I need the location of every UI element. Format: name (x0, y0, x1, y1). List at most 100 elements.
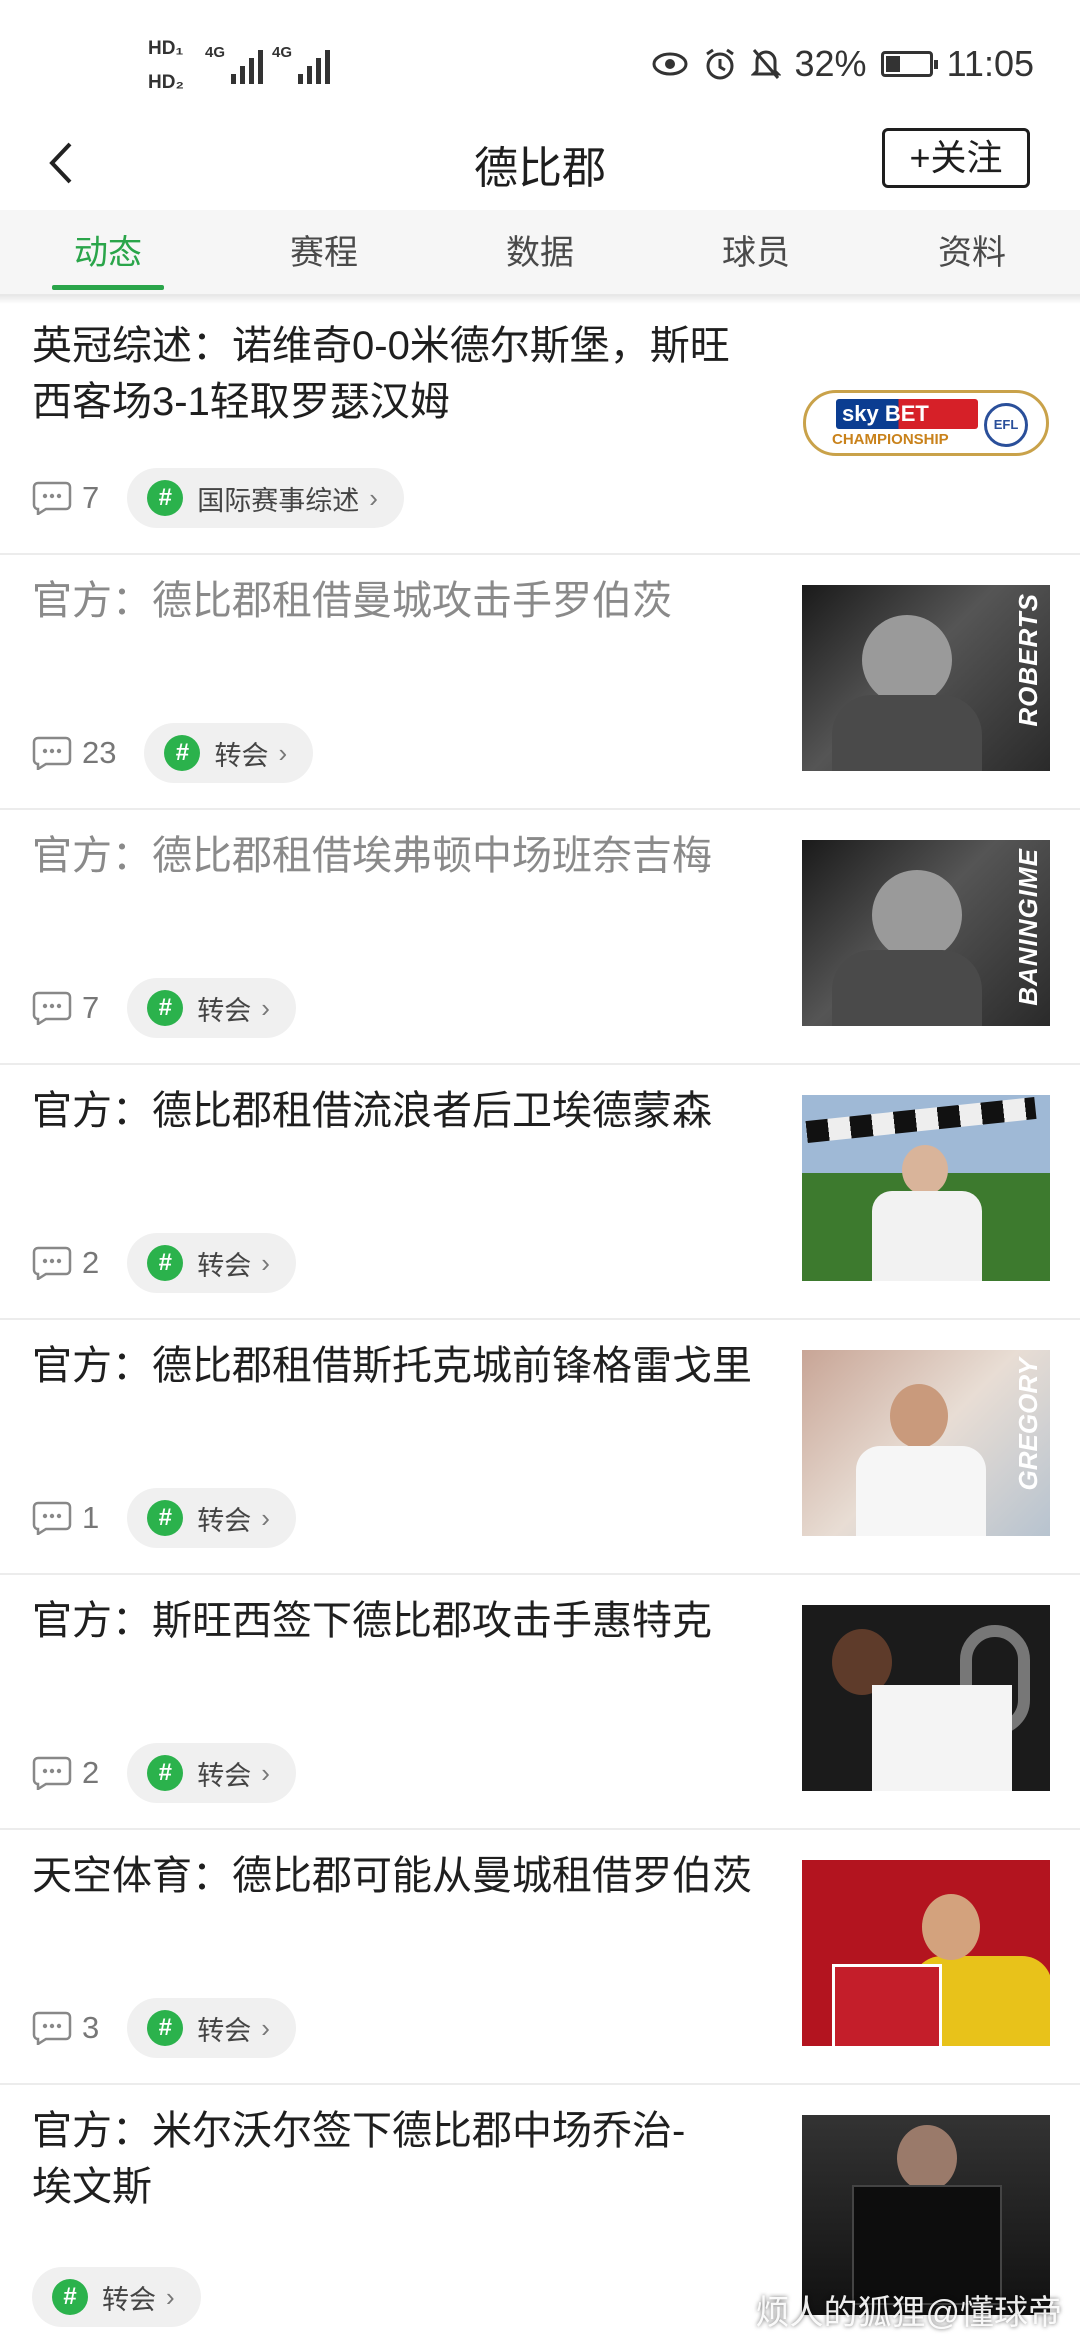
thumbnail-caption: ROBERTS (1013, 593, 1043, 727)
comment-count: 23 (82, 735, 117, 770)
news-item[interactable]: 官方：斯旺西签下德比郡攻击手惠特克 2 # 转会 › (0, 1575, 1080, 1830)
topic-tag[interactable]: # 国际赛事综述 › (127, 468, 404, 528)
news-title: 天空体育：德比郡可能从曼城租借罗伯茨 (32, 1854, 752, 1898)
tab-news[interactable]: 动态 (0, 210, 216, 294)
news-thumbnail: BANINGIME (802, 840, 1050, 1026)
comment-icon (32, 481, 72, 515)
chevron-right-icon: › (278, 737, 288, 768)
topic-tag-label: 转会 (102, 2284, 156, 2315)
news-thumbnail (802, 1095, 1050, 1281)
clock: 11:05 (946, 43, 1034, 84)
chevron-right-icon: › (261, 992, 270, 1023)
hashtag-icon: # (147, 1245, 184, 1281)
chevron-right-icon: › (166, 2281, 175, 2312)
news-list: 英冠综述：诺维奇0-0米德尔斯堡，斯旺西客场3-1轻取罗瑟汉姆 7 # 国际赛事… (0, 300, 1080, 2327)
comment-icon (32, 736, 72, 770)
sky-bet-championship-logo: sky BET CHAMPIONSHIP EFL (803, 390, 1049, 456)
news-meta: 3 # 转会 › (32, 1998, 296, 2058)
chevron-right-icon: › (261, 1502, 270, 1533)
battery-icon (880, 51, 938, 77)
network-type-2: 4G (272, 44, 293, 61)
comment-icon (32, 1756, 72, 1790)
topic-tag[interactable]: # 转会 › (127, 978, 296, 1038)
chevron-right-icon: › (261, 1757, 270, 1788)
news-title: 官方：德比郡租借斯托克城前锋格雷戈里 (32, 1344, 752, 1388)
news-item[interactable]: 官方：米尔沃尔签下德比郡中场乔治-埃文斯 # 转会 › (0, 2085, 1080, 2327)
topic-tag-label: 转会 (197, 995, 252, 1026)
hashtag-icon: # (147, 1500, 184, 1536)
hd-indicator-2: HD₂ (148, 72, 184, 93)
news-item[interactable]: 官方：德比郡租借埃弗顿中场班奈吉梅 7 # 转会 › BANINGIME (0, 810, 1080, 1065)
comment-count: 7 (82, 990, 100, 1025)
comment-count: 2 (82, 1755, 100, 1790)
follow-button[interactable]: +关注 (882, 128, 1030, 188)
news-meta: 1 # 转会 › (32, 1488, 296, 1548)
comment-icon (32, 991, 72, 1025)
news-meta: # 转会 › (32, 2267, 201, 2327)
news-title: 官方：德比郡租借曼城攻击手罗伯茨 (32, 579, 672, 623)
news-meta: 23 # 转会 › (32, 723, 314, 783)
news-thumbnail (802, 1860, 1050, 2046)
status-right: 32% 11:05 (651, 43, 1034, 84)
hashtag-icon: # (147, 1755, 184, 1791)
news-item[interactable]: 官方：德比郡租借流浪者后卫埃德蒙森 2 # 转会 › (0, 1065, 1080, 1320)
comment-count: 3 (82, 2010, 100, 2045)
hashtag-icon: # (52, 2279, 88, 2315)
chevron-right-icon: › (261, 1247, 270, 1278)
topic-tag[interactable]: # 转会 › (127, 1488, 296, 1548)
status-bar: HD₁ HD₂ 4G 4G 32% 11:05 (0, 0, 1080, 130)
thumbnail-caption: BANINGIME (1013, 848, 1043, 1006)
comment-count: 1 (82, 1500, 100, 1535)
alarm-icon (705, 48, 734, 80)
topic-tag-label: 转会 (197, 1250, 252, 1281)
news-meta: 2 # 转会 › (32, 1233, 296, 1293)
mute-icon (750, 49, 781, 79)
topic-tag[interactable]: # 转会 › (144, 723, 314, 783)
signal-icon-1: 4G (205, 44, 264, 84)
news-title: 官方：德比郡租借埃弗顿中场班奈吉梅 (32, 834, 712, 878)
chevron-right-icon: › (369, 482, 378, 513)
news-thumbnail: sky BET CHAMPIONSHIP EFL (802, 330, 1050, 516)
tab-schedule[interactable]: 赛程 (216, 210, 432, 294)
topic-tag[interactable]: # 转会 › (32, 2267, 201, 2327)
topic-tag[interactable]: # 转会 › (127, 1233, 296, 1293)
tab-info[interactable]: 资料 (864, 210, 1080, 294)
comment-count: 7 (82, 480, 100, 515)
comment-icon (32, 2011, 72, 2045)
news-item[interactable]: 天空体育：德比郡可能从曼城租借罗伯茨 3 # 转会 › (0, 1830, 1080, 2085)
news-thumbnail: ROBERTS (802, 585, 1050, 771)
topic-tag-label: 转会 (197, 1505, 252, 1536)
news-title: 英冠综述：诺维奇0-0米德尔斯堡，斯旺西客场3-1轻取罗瑟汉姆 (32, 324, 730, 424)
hashtag-icon: # (164, 735, 201, 771)
signal-icon-2: 4G (272, 44, 331, 84)
eye-icon (652, 52, 688, 76)
news-item[interactable]: 官方：德比郡租借斯托克城前锋格雷戈里 1 # 转会 › GREGORY (0, 1320, 1080, 1575)
news-item[interactable]: 英冠综述：诺维奇0-0米德尔斯堡，斯旺西客场3-1轻取罗瑟汉姆 7 # 国际赛事… (0, 300, 1080, 555)
news-item[interactable]: 官方：德比郡租借曼城攻击手罗伯茨 23 # 转会 › ROBERTS (0, 555, 1080, 810)
topic-tag[interactable]: # 转会 › (127, 1998, 296, 2058)
news-title: 官方：米尔沃尔签下德比郡中场乔治-埃文斯 (32, 2109, 686, 2209)
news-title: 官方：德比郡租借流浪者后卫埃德蒙森 (32, 1089, 712, 1133)
news-title: 官方：斯旺西签下德比郡攻击手惠特克 (32, 1599, 712, 1643)
news-meta: 2 # 转会 › (32, 1743, 296, 1803)
topic-tag-label: 国际赛事综述 (197, 485, 360, 516)
tab-players[interactable]: 球员 (648, 210, 864, 294)
hashtag-icon: # (147, 480, 184, 516)
topic-tag-label: 转会 (197, 2015, 252, 2046)
hashtag-icon: # (147, 990, 184, 1026)
watermark: 烦人的狐狸@懂球帝 (755, 2294, 1062, 2332)
thumbnail-caption: GREGORY (1013, 1358, 1043, 1491)
chevron-right-icon: › (261, 2012, 270, 2043)
comment-icon (32, 1501, 72, 1535)
topic-tag-label: 转会 (214, 740, 269, 771)
network-type-1: 4G (205, 44, 226, 61)
comment-icon (32, 1246, 72, 1280)
topic-tag[interactable]: # 转会 › (127, 1743, 296, 1803)
news-thumbnail: GREGORY (802, 1350, 1050, 1536)
hashtag-icon: # (147, 2010, 184, 2046)
comment-count: 2 (82, 1245, 100, 1280)
news-meta: 7 # 国际赛事综述 › (32, 468, 404, 528)
news-meta: 7 # 转会 › (32, 978, 296, 1038)
navigation-bar: 德比郡 +关注 (0, 120, 1080, 210)
tab-stats[interactable]: 数据 (432, 210, 648, 294)
